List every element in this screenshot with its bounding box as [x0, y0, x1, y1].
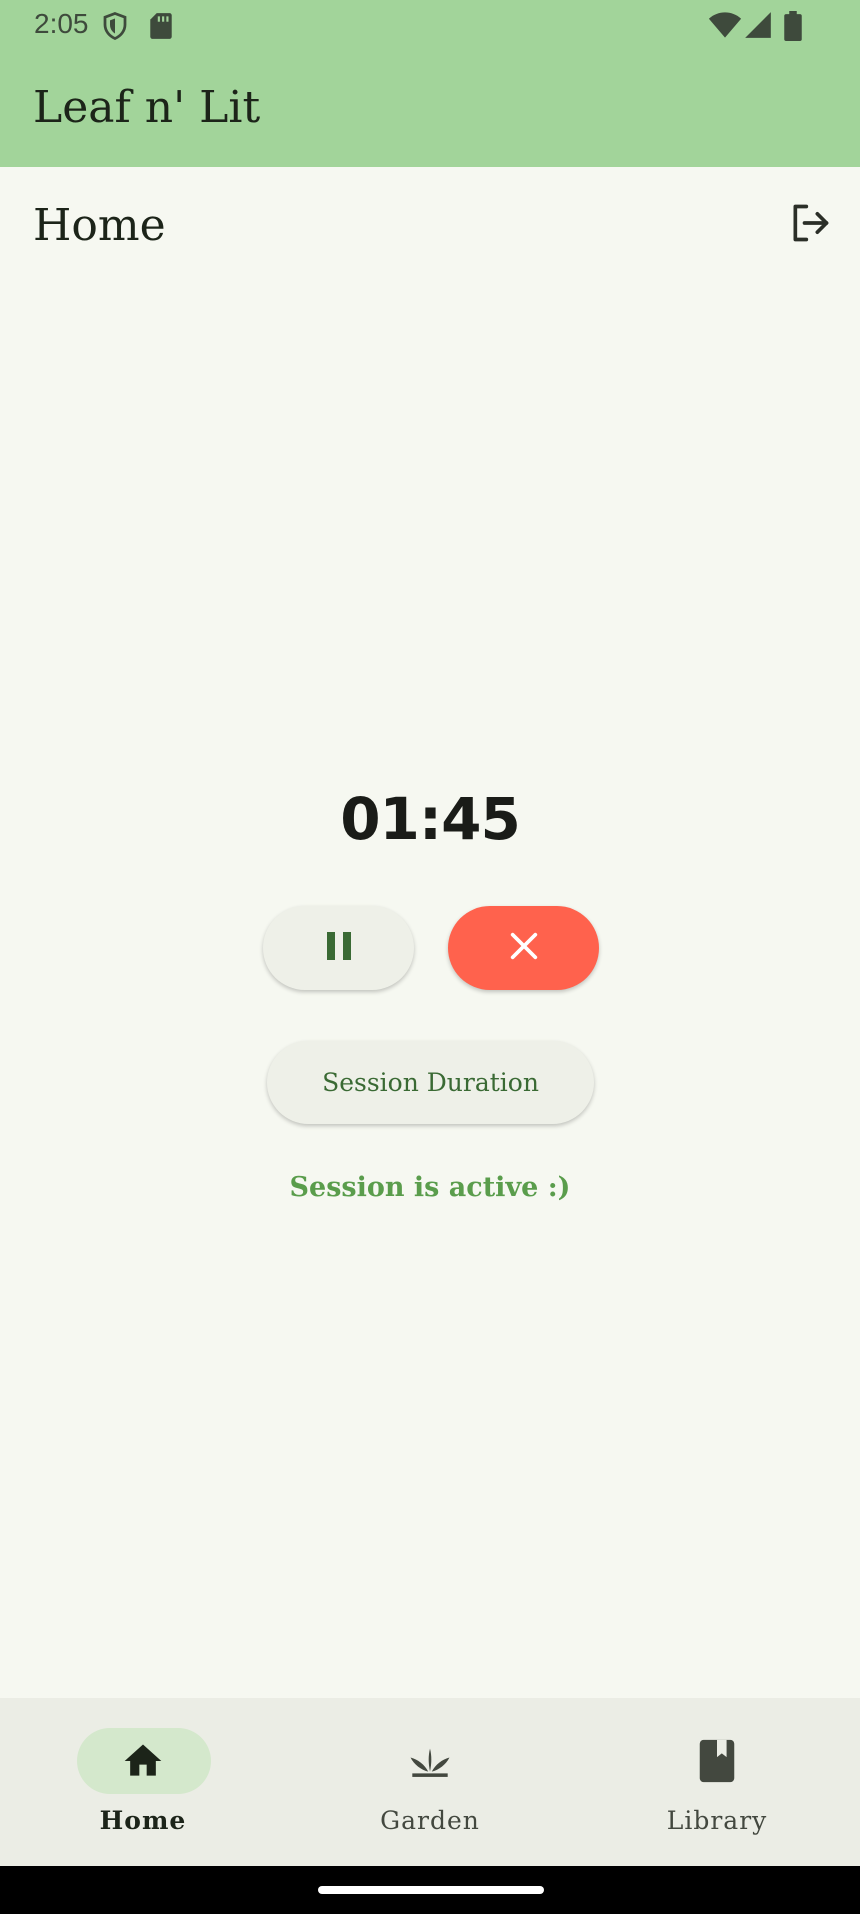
wifi-icon — [708, 11, 742, 43]
shield-icon — [100, 11, 130, 45]
signal-icon — [744, 11, 772, 43]
sd-card-icon — [148, 11, 174, 45]
app-bar: Leaf n' Lit — [0, 52, 860, 167]
page-title: Home — [33, 200, 166, 251]
session-duration-button[interactable]: Session Duration — [267, 1041, 594, 1124]
nav-item-home[interactable]: Home — [0, 1698, 286, 1866]
battery-icon — [784, 11, 802, 45]
nav-item-library[interactable]: Library — [574, 1698, 860, 1866]
timer-display: 01:45 — [340, 785, 521, 853]
gesture-handle[interactable] — [318, 1886, 544, 1894]
bottom-navigation: Home Garden Library — [0, 1698, 860, 1866]
plant-icon — [287, 1728, 573, 1794]
logout-button[interactable] — [785, 200, 835, 250]
nav-label-library: Library — [666, 1806, 768, 1835]
cancel-button[interactable] — [448, 906, 599, 990]
status-time: 2:05 — [34, 8, 89, 39]
pause-icon — [324, 930, 354, 966]
pause-button[interactable] — [263, 906, 414, 990]
logout-icon — [788, 201, 832, 249]
app-title: Leaf n' Lit — [33, 82, 261, 133]
session-status-text: Session is active :) — [289, 1172, 571, 1203]
gesture-navigation-bar — [0, 1866, 860, 1914]
nav-label-garden: Garden — [380, 1806, 480, 1835]
home-icon — [0, 1728, 286, 1794]
book-icon — [574, 1728, 860, 1794]
nav-item-garden[interactable]: Garden — [287, 1698, 573, 1866]
nav-label-home: Home — [99, 1806, 187, 1835]
status-bar: 2:05 — [0, 0, 860, 52]
close-icon — [507, 929, 541, 967]
